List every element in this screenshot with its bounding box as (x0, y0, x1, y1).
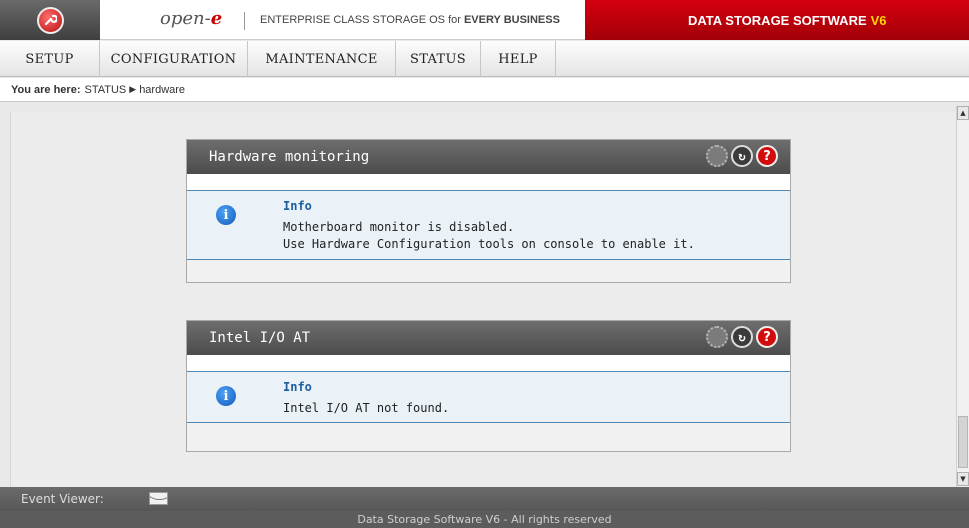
panel-spacer (187, 355, 790, 371)
breadcrumb-arrow-icon: ▶ (129, 84, 137, 94)
mail-icon[interactable] (149, 492, 168, 505)
scrollbar-thumb[interactable] (958, 416, 968, 468)
info-message: Motherboard monitor is disabled. (283, 220, 515, 234)
main-menu: SETUP CONFIGURATION MAINTENANCE STATUS H… (0, 41, 969, 77)
info-title: Info (283, 199, 312, 213)
brand-logo-text: open-e (160, 8, 223, 29)
info-box: i Info Intel I/O AT not found. (187, 371, 790, 423)
wrench-icon (36, 6, 64, 34)
menu-configuration[interactable]: CONFIGURATION (100, 41, 248, 77)
info-message: Use Hardware Configuration tools on cons… (283, 237, 695, 251)
panel-header: Hardware monitoring ↻ ? (187, 140, 790, 174)
panel-footer (187, 423, 790, 451)
panel-header: Intel I/O AT ↻ ? (187, 321, 790, 355)
scroll-up-icon[interactable]: ▲ (957, 106, 969, 120)
panel-actions: ↻ ? (706, 326, 778, 348)
gear-icon[interactable] (706, 326, 728, 348)
product-name: DATA STORAGE SOFTWARE (688, 12, 867, 28)
tagline: ENTERPRISE CLASS STORAGE OS for EVERY BU… (260, 14, 560, 26)
info-box: i Info Motherboard monitor is disabled. … (187, 190, 790, 260)
product-version: V6 (870, 12, 887, 28)
logo[interactable] (0, 0, 100, 40)
refresh-icon[interactable]: ↻ (731, 145, 753, 167)
panel-spacer (187, 174, 790, 190)
menu-status[interactable]: STATUS (396, 41, 481, 77)
info-message: Intel I/O AT not found. (283, 401, 450, 415)
menu-setup[interactable]: SETUP (0, 41, 100, 77)
breadcrumb-page: hardware (139, 83, 186, 96)
breadcrumb: You are here: STATUS ▶ hardware (0, 78, 969, 102)
footer: Data Storage Software V6 - All rights re… (0, 511, 969, 528)
event-viewer-bar: Event Viewer: (0, 487, 969, 511)
info-icon: i (216, 386, 236, 406)
panel-hardware-monitoring: Hardware monitoring ↻ ? i Info Motherboa… (186, 139, 791, 283)
panel-footer (187, 260, 790, 282)
panel-actions: ↻ ? (706, 145, 778, 167)
panel-title: Intel I/O AT (209, 330, 311, 346)
panel-title: Hardware monitoring (209, 149, 370, 165)
info-icon: i (216, 205, 236, 225)
menu-maintenance[interactable]: MAINTENANCE (248, 41, 396, 77)
help-icon[interactable]: ? (756, 326, 778, 348)
info-title: Info (283, 380, 312, 394)
panel-intel-ioat: Intel I/O AT ↻ ? i Info Intel I/O AT not… (186, 320, 791, 452)
event-viewer-label: Event Viewer: (21, 492, 104, 506)
refresh-icon[interactable]: ↻ (731, 326, 753, 348)
gear-icon[interactable] (706, 145, 728, 167)
vertical-scrollbar[interactable]: ▲ ▼ (956, 106, 969, 487)
menu-help[interactable]: HELP (481, 41, 556, 77)
app-header: open-e ENTERPRISE CLASS STORAGE OS for E… (0, 0, 969, 40)
product-banner: DATA STORAGE SOFTWARE V6 (585, 0, 969, 40)
scroll-down-icon[interactable]: ▼ (957, 472, 969, 486)
breadcrumb-prefix: You are here: (11, 83, 81, 96)
breadcrumb-section[interactable]: STATUS (85, 84, 127, 96)
brand-divider (244, 12, 245, 30)
help-icon[interactable]: ? (756, 145, 778, 167)
